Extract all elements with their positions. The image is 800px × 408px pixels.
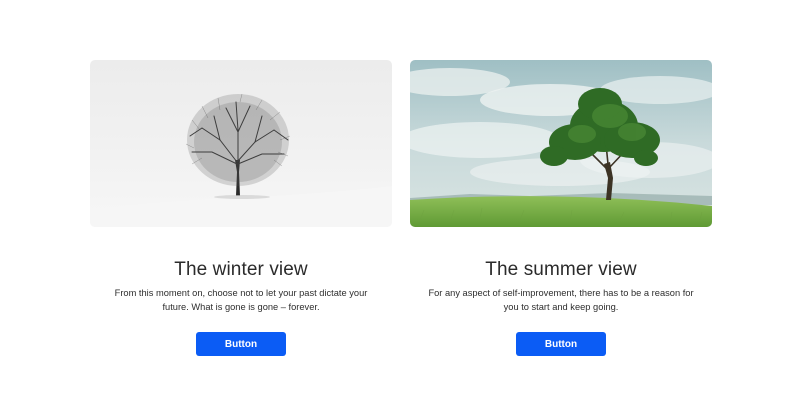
card-title: The summer view [485, 259, 637, 280]
summer-button[interactable]: Button [516, 332, 606, 356]
card-summer: The summer view For any aspect of self-i… [410, 60, 712, 356]
winter-tree-image [90, 60, 392, 227]
page: The winter view From this moment on, cho… [0, 0, 800, 408]
card-winter: The winter view From this moment on, cho… [90, 60, 392, 356]
winter-button[interactable]: Button [196, 332, 286, 356]
card-description: For any aspect of self-improvement, ther… [428, 288, 694, 312]
card-title: The winter view [174, 259, 308, 280]
summer-tree-image [410, 60, 712, 227]
card-description: From this moment on, choose not to let y… [114, 288, 368, 312]
